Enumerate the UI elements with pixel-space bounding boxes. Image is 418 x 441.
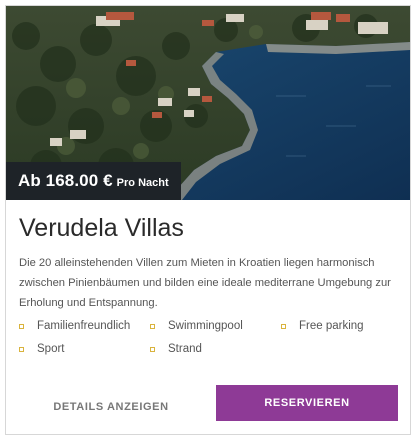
feature-label: Free parking <box>299 320 364 332</box>
square-bullet-icon <box>281 323 286 329</box>
square-bullet-icon <box>150 323 155 329</box>
listing-description: Die 20 alleinstehenden Villen zum Mieten… <box>19 257 391 309</box>
feature-label: Swimmingpool <box>168 320 243 332</box>
villa-listing-card: Ab 168.00 € Pro Nacht Verudela Villas Di… <box>5 5 411 435</box>
aerial-coast-photo[interactable]: Ab 168.00 € Pro Nacht <box>6 6 410 200</box>
square-bullet-icon <box>150 346 155 352</box>
feature-item: Free parking <box>281 320 364 332</box>
feature-item: Swimmingpool <box>150 320 243 332</box>
details-button[interactable]: DETAILS ANZEIGEN <box>36 390 186 424</box>
listing-title[interactable]: Verudela Villas <box>19 214 184 243</box>
feature-item: Strand <box>150 343 202 355</box>
price-tag: Ab 168.00 € Pro Nacht <box>6 162 181 200</box>
reserve-button[interactable]: RESERVIEREN <box>216 385 398 421</box>
square-bullet-icon <box>19 323 24 329</box>
feature-item: Familienfreundlich <box>19 320 130 332</box>
square-bullet-icon <box>19 346 24 352</box>
feature-item: Sport <box>19 343 65 355</box>
price-amount: Ab 168.00 € <box>18 171 113 190</box>
feature-label: Strand <box>168 343 202 355</box>
feature-label: Familienfreundlich <box>37 320 131 332</box>
feature-label: Sport <box>37 343 65 355</box>
price-unit: Pro Nacht <box>116 177 169 189</box>
